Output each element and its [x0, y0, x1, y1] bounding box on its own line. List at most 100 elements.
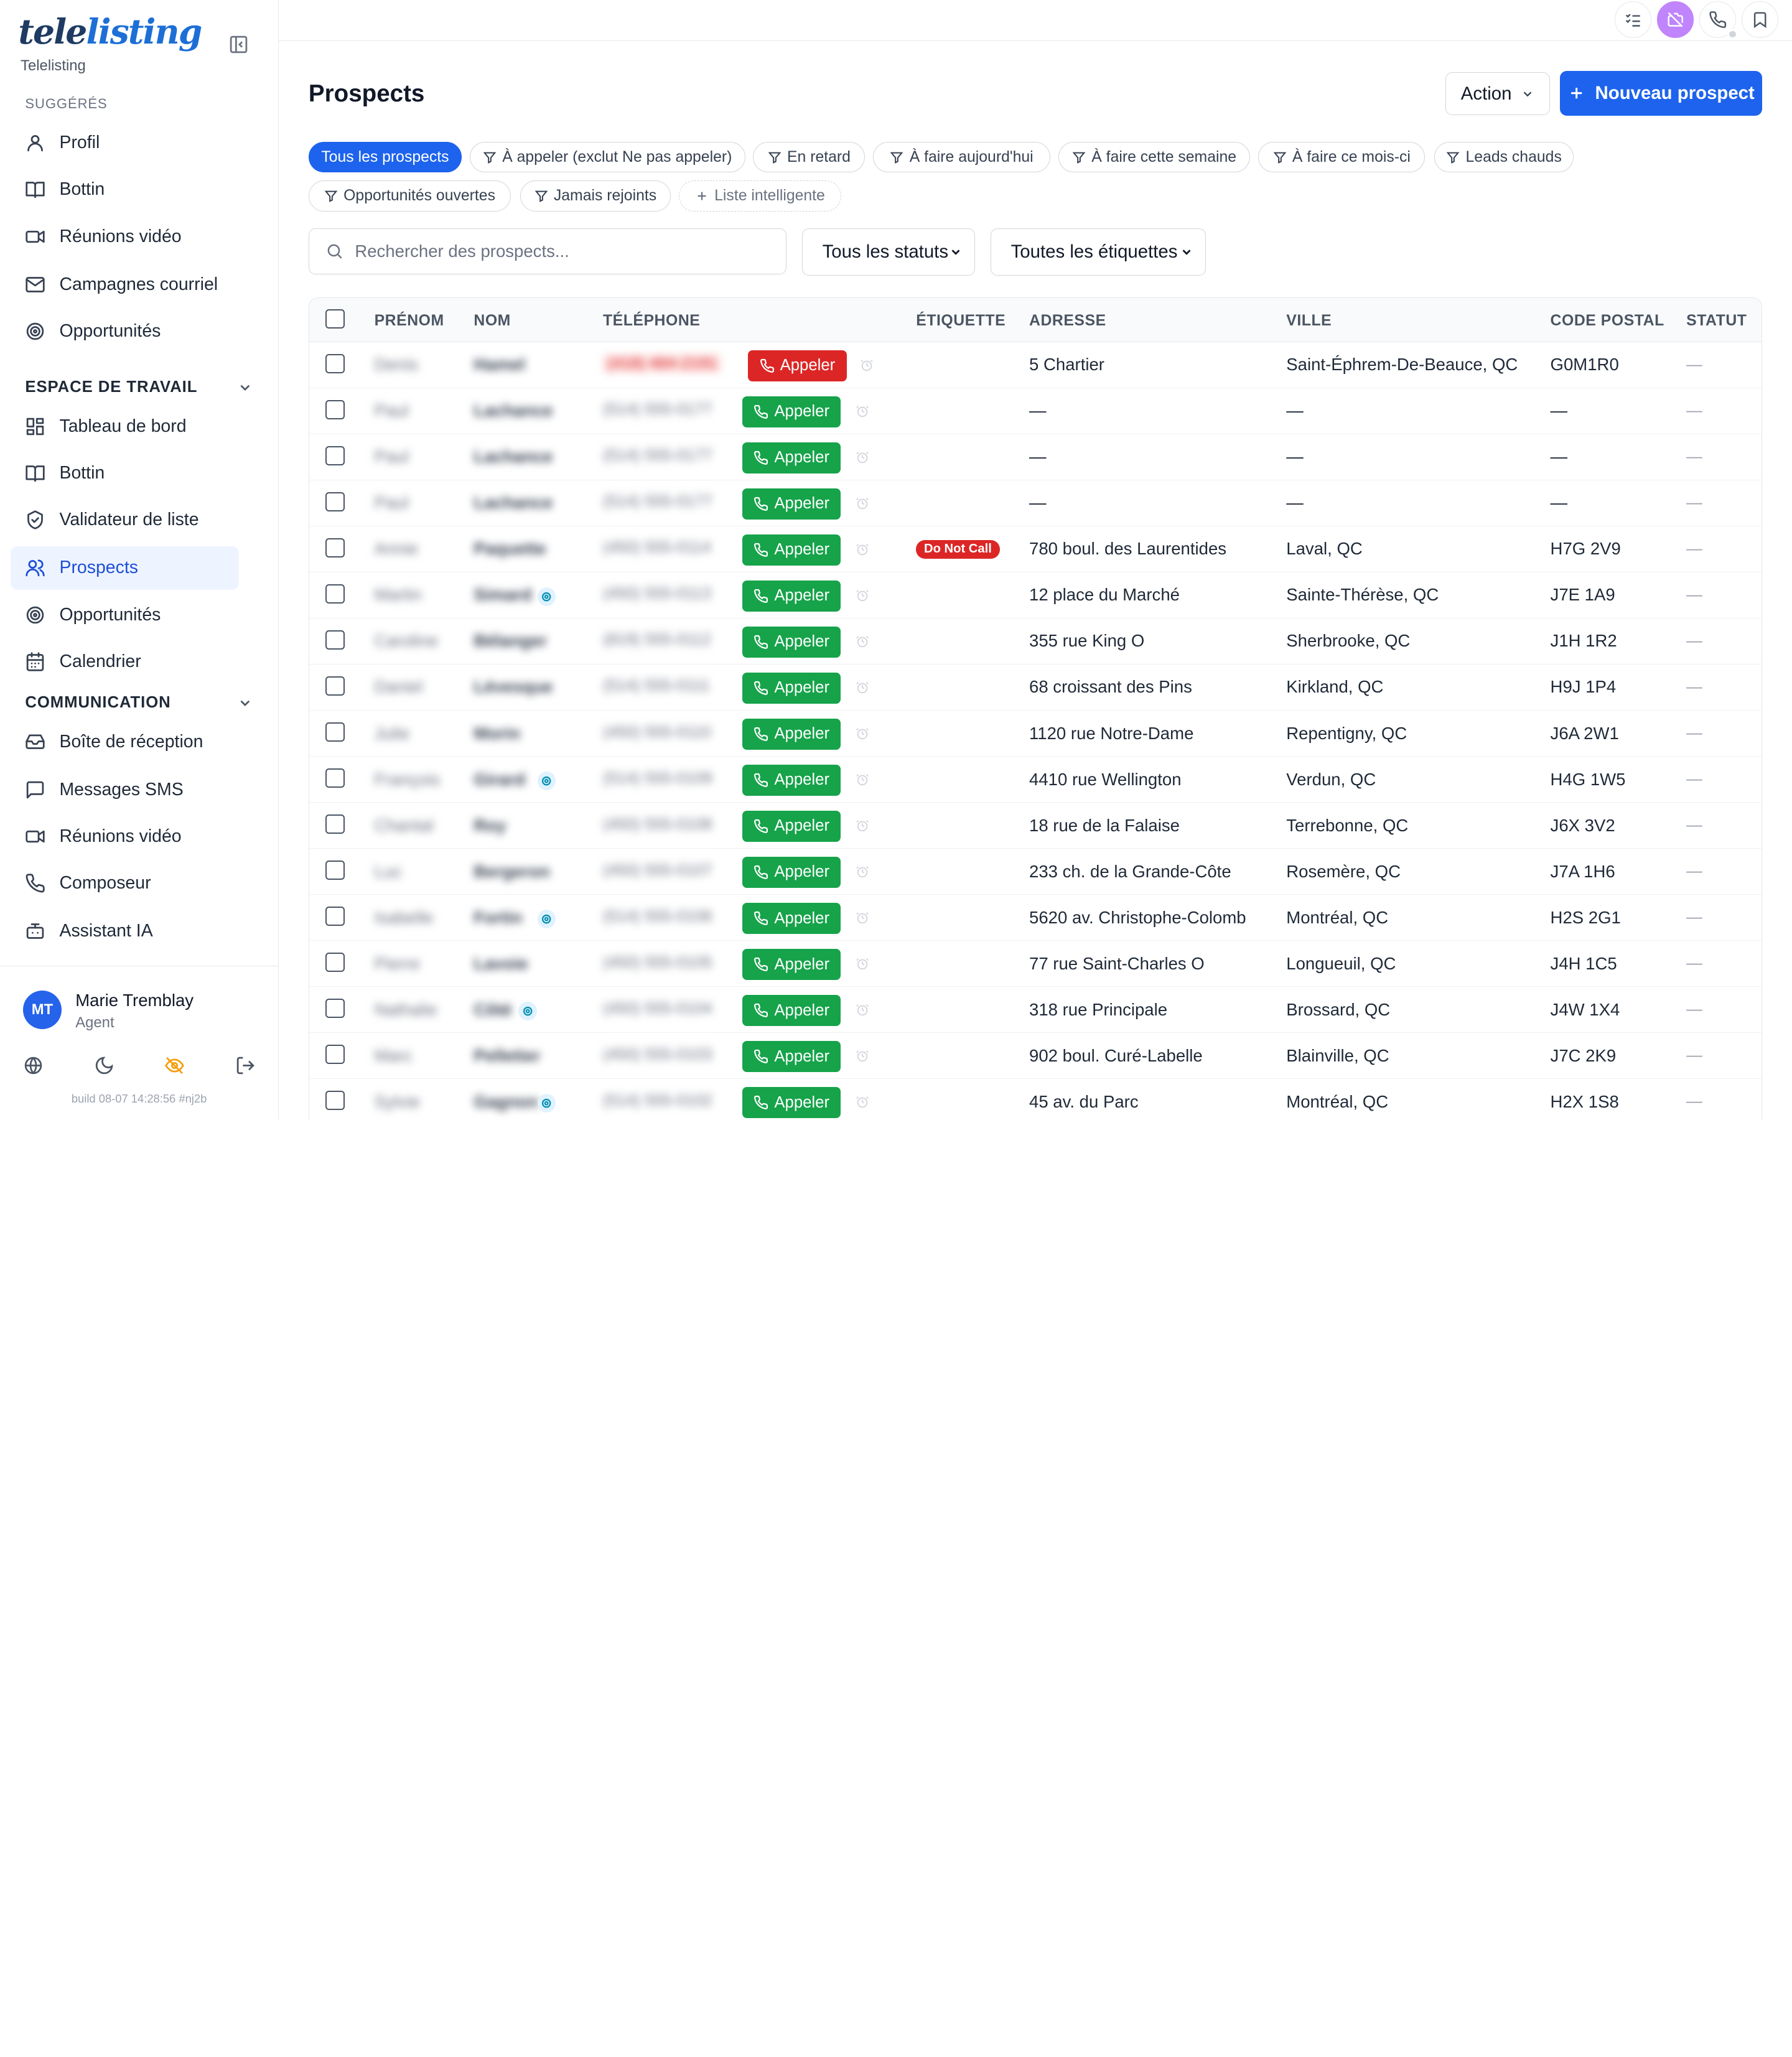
sidebar-item-calendrier[interactable]: Calendrier: [11, 640, 239, 684]
schedule-icon[interactable]: [860, 358, 874, 372]
filter-chip[interactable]: Liste intelligente: [678, 180, 841, 212]
sidebar-collapse-icon[interactable]: [228, 34, 249, 55]
table-row[interactable]: Marc Pelletier (450) 555-0103 Appeler 902 bo…: [309, 1033, 1762, 1080]
filter-chip[interactable]: À appeler (exclut Ne pas appeler): [469, 141, 745, 173]
row-checkbox[interactable]: [325, 814, 345, 834]
new-prospect-button[interactable]: Nouveau prospect: [1560, 70, 1763, 116]
table-row[interactable]: Martin Simard (450) 555-0113 Appeler 12 plac…: [309, 572, 1762, 619]
row-checkbox[interactable]: [325, 860, 345, 880]
sidebar-item-tableau-de-bord[interactable]: Tableau de bord: [11, 404, 239, 448]
table-row[interactable]: Isabelle Fortin (514) 555-0106 Appeler 5620 …: [309, 895, 1762, 941]
sidebar-item-validateur-de-liste[interactable]: Validateur de liste: [11, 498, 239, 542]
filter-chip[interactable]: Opportunités ouvertes: [308, 180, 511, 212]
row-checkbox[interactable]: [325, 353, 345, 373]
schedule-icon[interactable]: [856, 404, 869, 418]
phone-status-icon[interactable]: [1699, 1, 1738, 40]
schedule-icon[interactable]: [856, 543, 869, 556]
search-box[interactable]: [308, 228, 786, 274]
call-button[interactable]: Appeler: [742, 673, 841, 704]
schedule-icon[interactable]: [856, 957, 869, 971]
column-header[interactable]: PRÉNOM: [375, 312, 444, 330]
sidebar-item-composeur[interactable]: Composeur: [11, 862, 239, 905]
camera-off-icon[interactable]: [1657, 1, 1694, 38]
schedule-icon[interactable]: [856, 450, 869, 464]
schedule-icon[interactable]: [856, 1003, 869, 1017]
schedule-icon[interactable]: [856, 589, 869, 602]
column-header[interactable]: VILLE: [1286, 312, 1332, 330]
call-button[interactable]: Appeler: [742, 488, 841, 520]
call-button[interactable]: Appeler: [742, 995, 841, 1026]
sidebar-item-prospects[interactable]: Prospects: [10, 546, 239, 590]
email-icon[interactable]: [537, 910, 556, 928]
schedule-icon[interactable]: [856, 635, 869, 648]
status-select[interactable]: Tous les statuts: [802, 228, 975, 276]
row-checkbox[interactable]: [325, 768, 345, 788]
search-input[interactable]: [355, 241, 755, 262]
call-button[interactable]: Appeler: [742, 627, 841, 658]
sidebar-item-bottin[interactable]: Bottin: [11, 168, 239, 212]
sidebar-item-reunions-video[interactable]: Réunions vidéo: [11, 815, 239, 859]
column-header[interactable]: ADRESSE: [1029, 312, 1106, 330]
call-button[interactable]: Appeler: [742, 534, 841, 566]
column-header[interactable]: TÉLÉPHONE: [603, 312, 700, 330]
logo[interactable]: telelisting: [18, 11, 202, 52]
column-header[interactable]: ÉTIQUETTE: [916, 312, 1006, 330]
tag-select[interactable]: Toutes les étiquettes: [991, 228, 1206, 276]
row-checkbox[interactable]: [325, 584, 345, 604]
moon-icon[interactable]: [94, 1055, 114, 1076]
column-header[interactable]: NOM: [474, 312, 510, 330]
email-icon[interactable]: [537, 772, 556, 790]
row-checkbox[interactable]: [325, 906, 345, 926]
table-row[interactable]: Daniel Lévesque (514) 555-0111 Appeler 68 cr…: [309, 665, 1762, 711]
filter-chip[interactable]: Tous les prospects: [308, 141, 462, 173]
table-row[interactable]: Chantal Roy (450) 555-0108 Appeler 18 rue de…: [309, 803, 1762, 849]
call-button[interactable]: Appeler: [742, 581, 841, 612]
schedule-icon[interactable]: [856, 681, 869, 694]
filter-chip[interactable]: En retard: [753, 141, 866, 173]
sidebar-item-boite-de-reception[interactable]: Boîte de réception: [11, 720, 239, 763]
table-row[interactable]: François Girard (514) 555-0109 Appeler 4410 …: [309, 757, 1762, 803]
row-checkbox[interactable]: [325, 445, 345, 465]
row-checkbox[interactable]: [325, 722, 345, 742]
sidebar-item-opportunites[interactable]: Opportunités: [11, 310, 239, 353]
call-button[interactable]: Appeler: [742, 1087, 841, 1118]
tasks-icon[interactable]: [1615, 1, 1652, 38]
column-header[interactable]: CODE POSTAL: [1551, 312, 1664, 330]
schedule-icon[interactable]: [856, 497, 869, 510]
globe-icon[interactable]: [23, 1055, 44, 1076]
call-button[interactable]: Appeler: [748, 350, 847, 381]
table-row[interactable]: Sylvie Gagnon (514) 555-0102 Appeler 45 av. …: [309, 1079, 1762, 1120]
email-icon[interactable]: [518, 1002, 537, 1020]
schedule-icon[interactable]: [856, 1095, 869, 1109]
row-checkbox[interactable]: [325, 1044, 345, 1065]
sidebar-item-profil[interactable]: Profil: [11, 121, 239, 165]
schedule-icon[interactable]: [856, 773, 869, 786]
row-checkbox[interactable]: [325, 399, 345, 419]
schedule-icon[interactable]: [856, 727, 869, 740]
filter-chip[interactable]: Leads chauds: [1434, 141, 1574, 173]
row-checkbox[interactable]: [325, 998, 345, 1018]
table-row[interactable]: Julie Morin (450) 555-0110 Appeler 1120 rue …: [309, 711, 1762, 757]
table-row[interactable]: Paul Lachance (514) 555-0177 Appeler — — — —: [309, 480, 1762, 527]
row-checkbox[interactable]: [325, 676, 345, 696]
call-button[interactable]: Appeler: [742, 903, 841, 934]
call-button[interactable]: Appeler: [742, 765, 841, 796]
row-checkbox[interactable]: [325, 538, 345, 557]
table-row[interactable]: Paul Lachance (514) 555-0177 Appeler — — — —: [309, 434, 1762, 481]
section-communication-toggle[interactable]: COMMUNICATION: [25, 694, 253, 712]
email-icon[interactable]: [537, 587, 556, 606]
call-button[interactable]: Appeler: [742, 1041, 841, 1072]
sidebar-item-assistant-ia[interactable]: Assistant IA: [11, 910, 239, 953]
table-row[interactable]: Denis Hamel (418) 484-2191 Appeler 5 Chartie…: [309, 342, 1762, 389]
row-checkbox[interactable]: [325, 492, 345, 511]
avatar[interactable]: MT: [22, 990, 62, 1029]
row-checkbox[interactable]: [325, 952, 345, 972]
sidebar-item-messages-sms[interactable]: Messages SMS: [11, 768, 239, 811]
call-button[interactable]: Appeler: [742, 949, 841, 980]
table-row[interactable]: Caroline Bélanger (819) 555-0112 Appeler 355…: [309, 618, 1762, 665]
action-button[interactable]: Action: [1445, 72, 1550, 116]
sidebar-item-opportunites[interactable]: Opportunités: [11, 593, 239, 637]
row-checkbox[interactable]: [325, 1090, 345, 1111]
column-header[interactable]: STATUT: [1686, 312, 1747, 330]
table-row[interactable]: Luc Bergeron (450) 555-0107 Appeler 233 ch. …: [309, 849, 1762, 895]
